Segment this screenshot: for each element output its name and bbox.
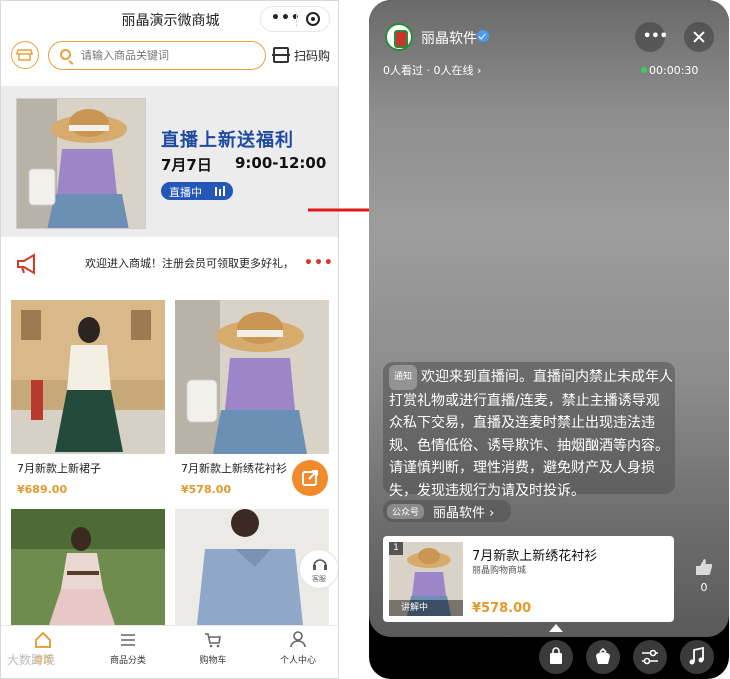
tab-profile[interactable]: 个人中心 [256,626,338,678]
music-button[interactable] [680,640,714,674]
product-image [11,509,165,625]
live-bar-icon [223,186,225,196]
announcement-bar[interactable]: 欢迎进入商城！注册会员可领取更多好礼， ••• [1,245,338,281]
search-icon [60,49,71,60]
featured-product-image: 1 讲解中 [389,542,463,616]
menu-icon [121,634,135,646]
live-bar-icon [219,189,221,196]
product-name: 7月新款上新绣花衬衫 [181,462,287,475]
banner-photo [16,98,146,229]
verified-icon [477,30,489,42]
explaining-badge: 讲解中 [389,600,463,616]
product-card[interactable]: 7月新款上新裙子 ¥689.00 [11,300,165,500]
close-button[interactable] [684,22,714,52]
live-notice-text: 欢迎来到直播间。直播间内禁止未成年人打赏礼物或进行直播/连麦，禁止主播诱导观众私… [389,369,674,499]
featured-product-name: 7月新款上新绣花衬衫 [472,549,598,564]
customer-service-button[interactable]: 客服 [299,549,338,589]
like-count: 0 [700,581,708,594]
official-account-name: 丽晶软件 › [433,506,495,521]
official-account-link[interactable]: 公众号 丽晶软件 › [383,500,511,522]
store-icon[interactable] [11,41,39,69]
product-card-pointer [549,624,563,632]
live-promo-banner[interactable]: 直播上新送福利 7月7日 9:00-12:00 直播中 [1,86,338,237]
live-badge: 直播中 [161,182,233,200]
home-icon [35,631,51,648]
gift-button[interactable] [586,640,620,674]
store-icon-graphic [16,49,33,61]
announcement-text: 欢迎进入商城！注册会员可领取更多好礼， [85,257,294,270]
timer-text: 00:00:30 [649,64,699,77]
miniapp-capsule: ••• [260,6,330,32]
headset-icon [313,559,327,570]
product-price: ¥689.00 [17,483,68,496]
settings-button[interactable] [633,640,667,674]
search-input[interactable] [81,47,256,64]
tab-categories[interactable]: 商品分类 [86,626,170,678]
product-index: 1 [389,542,403,555]
banner-headline: 直播上新送福利 [161,130,294,151]
capsule-divider [296,13,297,27]
share-button[interactable] [292,460,328,496]
featured-product-shop: 丽晶购物商城 [472,566,527,576]
anchor-avatar[interactable] [385,23,413,51]
gift-icon [596,647,610,664]
customer-service-label: 客服 [312,575,326,583]
mall-title-bar: 丽晶演示微商城 ••• [1,1,338,37]
tab-label: 个人中心 [279,656,316,666]
live-bar-icon [215,187,217,196]
search-bar[interactable] [48,41,266,70]
settings-sliders-icon [642,649,658,665]
product-card[interactable] [11,509,165,625]
watermark-text: 大数跨境 [7,653,56,667]
tab-cart[interactable]: 购物车 [171,626,255,678]
mall-screen: 丽晶演示微商城 ••• 扫码购 [0,0,339,679]
shopping-bag-button[interactable] [539,640,573,674]
live-room-screen: 丽晶软件 ••• 0人看过 · 0人在线 › 00:00:30 通知 欢迎来到直播… [369,0,729,679]
live-notice-body: 通知 欢迎来到直播间。直播间内禁止未成年人打赏礼物或进行直播/连麦，禁止主播诱导观… [389,365,673,502]
live-notice: 通知 欢迎来到直播间。直播间内禁止未成年人打赏礼物或进行直播/连麦，禁止主播诱导观… [383,362,675,499]
official-account-tag: 公众号 [387,504,425,519]
banner-time: 9:00-12:00 [235,154,327,172]
scan-icon [272,47,290,63]
live-status-dot [641,67,647,73]
product-image [175,300,329,454]
tab-label: 商品分类 [109,656,146,666]
more-options-button[interactable]: ••• [635,22,668,52]
anchor-name[interactable]: 丽晶软件 [421,28,477,48]
featured-product-card[interactable]: 1 讲解中 7月新款上新绣花衬衫 丽晶购物商城 ¥578.00 [383,536,674,622]
tab-label: 购物车 [199,656,227,666]
viewer-stats[interactable]: 0人看过 · 0人在线 › [383,62,481,78]
music-icon [689,646,704,665]
scan-label: 扫码购 [294,49,331,63]
cart-icon [205,633,221,648]
live-timer: 00:00:30 [641,64,699,77]
user-icon [290,631,306,648]
thumbs-up-icon [696,559,713,575]
notice-tag: 通知 [389,365,418,390]
more-dots-icon[interactable]: ••• [304,255,334,271]
share-icon [302,470,318,486]
live-badge-label: 直播中 [169,186,202,199]
close-miniapp-icon[interactable] [306,12,320,26]
like-button[interactable]: 0 [689,557,719,601]
featured-product-price: ¥578.00 [472,601,532,616]
product-price: ¥578.00 [181,483,232,496]
product-name: 7月新款上新裙子 [17,462,101,475]
product-image [11,300,165,454]
shopping-bag-icon [550,647,562,664]
banner-date: 7月7日 [161,156,212,174]
megaphone-icon [17,253,35,275]
more-icon: ••• [643,29,668,44]
